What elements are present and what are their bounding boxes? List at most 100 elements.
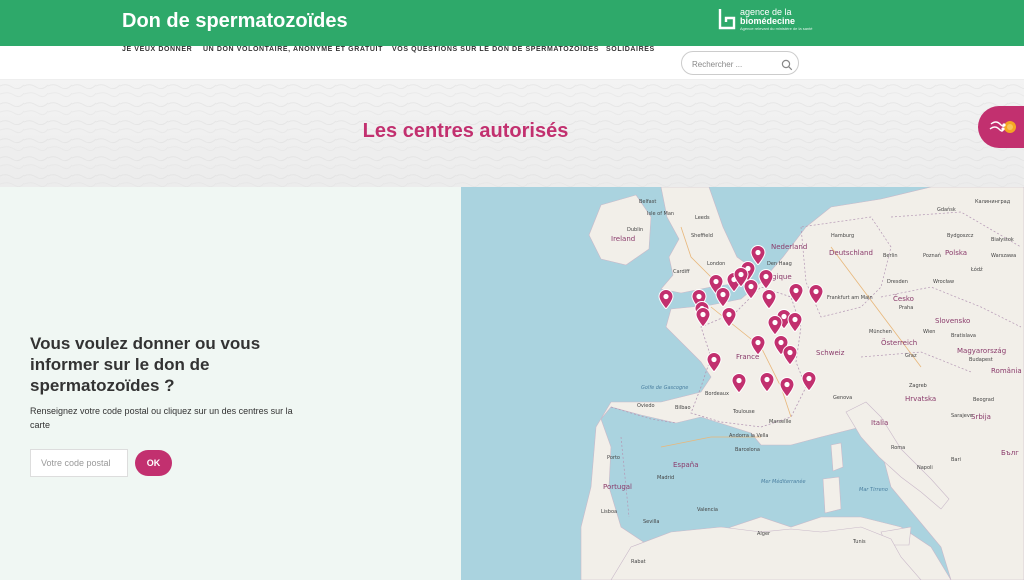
- map-label-dublin: Dublin: [627, 227, 644, 233]
- map-label-slovensko: Slovensko: [935, 317, 971, 325]
- map-label-bratislava: Bratislava: [951, 333, 976, 339]
- map-label-sheffield: Sheffield: [691, 233, 713, 239]
- map-label-romania: România: [991, 367, 1022, 375]
- map-label-genova: Genova: [833, 395, 853, 401]
- center-marker-icon[interactable]: [759, 372, 775, 392]
- site-title[interactable]: Don de spermatozoïdes: [122, 10, 348, 33]
- center-marker-icon[interactable]: [779, 377, 795, 397]
- map-label-napoli: Napoli: [917, 465, 933, 471]
- map-label-wien: Wien: [923, 329, 936, 335]
- map-label-osterreich: Österreich: [881, 339, 918, 347]
- center-marker-icon[interactable]: [733, 267, 749, 287]
- map-label-zagreb: Zagreb: [909, 383, 927, 389]
- center-marker-icon[interactable]: [782, 345, 798, 365]
- nav-item-je-veux-donner[interactable]: JE VEUX DONNER: [122, 46, 192, 53]
- map-label-praha: Praha: [899, 305, 914, 311]
- panel-heading: Vous voulez donner ou vous informer sur …: [30, 334, 261, 395]
- center-marker-icon[interactable]: [658, 289, 674, 309]
- map-label-belfast: Belfast: [639, 199, 657, 205]
- map-label-toulouse: Toulouse: [733, 409, 755, 415]
- nav-item-solidaires[interactable]: SOLIDAIRES: [606, 46, 655, 53]
- map-label-oviedo: Oviedo: [637, 403, 655, 409]
- floating-action-button[interactable]: [978, 106, 1024, 148]
- map-label-bordeaux: Bordeaux: [705, 391, 729, 397]
- map-label-dresden: Dresden: [887, 279, 908, 285]
- map-label-sevilla: Sevilla: [643, 519, 660, 525]
- nav-item-vos-questions[interactable]: VOS QUESTIONS SUR LE DON DE SPERMATOZOÏD…: [392, 46, 599, 53]
- agence-biomedecine-logo[interactable]: agence de la biomédecine Agence relevant…: [718, 8, 813, 38]
- center-marker-icon[interactable]: [758, 269, 774, 289]
- map-label-hrvatska: Hrvatska: [905, 395, 937, 403]
- center-marker-icon[interactable]: [787, 312, 803, 332]
- map-label-sarajevo: Sarajevo: [951, 413, 973, 419]
- map-label-schweiz: Schweiz: [816, 349, 845, 357]
- center-marker-icon[interactable]: [788, 283, 804, 303]
- postal-code-input[interactable]: [30, 449, 128, 477]
- center-marker-icon[interactable]: [695, 307, 711, 327]
- search-box: [681, 51, 799, 75]
- sperm-icon: [989, 121, 1016, 133]
- map-label-berlin: Berlin: [883, 253, 898, 259]
- centers-map[interactable]: Ireland Nederland Deutschland Polska Bel…: [461, 187, 1024, 580]
- search-input[interactable]: [692, 57, 772, 71]
- map-label-barcelona: Barcelona: [735, 447, 760, 453]
- map-label-budapest: Budapest: [969, 357, 993, 363]
- map-label-ireland: Ireland: [611, 235, 636, 243]
- map-label-portugal: Portugal: [603, 483, 632, 491]
- map-label-bialystok: Białystok: [991, 237, 1014, 243]
- map-label-munchen: München: [869, 329, 892, 335]
- main-nav: JE VEUX DONNER UN DON VOLONTAIRE, ANONYM…: [0, 46, 1024, 80]
- map-label-den-haag: Den Haag: [767, 261, 792, 267]
- center-marker-icon[interactable]: [721, 307, 737, 327]
- map-label-nederland: Nederland: [771, 243, 808, 251]
- map-label-gdansk: Gdańsk: [937, 207, 956, 213]
- center-marker-icon[interactable]: [750, 335, 766, 355]
- logo-tagline: Agence relevant du ministère de la santé: [740, 26, 813, 31]
- site-header: Don de spermatozoïdes agence de la biomé…: [0, 0, 1024, 46]
- map-label-isle-of-man: Isle of Man: [647, 211, 675, 217]
- map-label-magyarorszag: Magyarország: [957, 347, 1007, 355]
- panel-description: Renseignez votre code postal ou cliquez …: [30, 406, 293, 430]
- map-label-wroclaw: Wrocław: [933, 279, 955, 285]
- center-marker-icon[interactable]: [801, 371, 817, 391]
- map-label-valencia: Valencia: [697, 507, 718, 513]
- map-label-graz: Graz: [905, 353, 917, 359]
- map-label-rabat: Rabat: [631, 559, 646, 565]
- map-label-poznan: Poznań: [923, 253, 941, 259]
- map-label-bari: Bari: [951, 457, 961, 463]
- page-banner: Les centres autorisés: [0, 80, 1024, 187]
- map-label-andorra: Andorra la Vella: [729, 433, 769, 439]
- map-label-bulg: Бълг: [1001, 449, 1019, 457]
- map-label-cardiff: Cardiff: [673, 269, 690, 275]
- map-label-srbija: Srbija: [971, 413, 991, 421]
- map-label-alger: Alger: [757, 531, 771, 537]
- map-label-hamburg: Hamburg: [831, 233, 855, 239]
- search-panel: Vous voulez donner ou vous informer sur …: [0, 187, 461, 580]
- map-label-madrid: Madrid: [657, 475, 675, 481]
- map-label-deutschland: Deutschland: [829, 249, 873, 257]
- center-marker-icon[interactable]: [731, 373, 747, 393]
- map-label-tirreno: Mar Tirreno: [859, 487, 888, 493]
- map-label-golfe-gascogne: Golfe de Gascogne: [641, 385, 689, 391]
- center-marker-icon[interactable]: [767, 315, 783, 335]
- map-label-leeds: Leeds: [695, 215, 710, 221]
- map-label-tunis: Tunis: [853, 539, 866, 545]
- map-label-espana: España: [673, 461, 699, 469]
- nav-item-don-volontaire[interactable]: UN DON VOLONTAIRE, ANONYME ET GRATUIT: [203, 46, 383, 53]
- map-label-roma: Roma: [891, 445, 906, 451]
- map-label-porto: Porto: [607, 455, 620, 461]
- map-label-kaliningrad: Калининград: [975, 199, 1011, 205]
- page-title: Les centres autorisés: [362, 120, 569, 142]
- map-label-polska: Polska: [945, 249, 968, 257]
- center-marker-icon[interactable]: [706, 352, 722, 372]
- center-marker-icon[interactable]: [808, 284, 824, 304]
- search-icon[interactable]: [781, 58, 793, 71]
- map-label-warszawa: Warszawa: [991, 253, 1017, 259]
- map-label-bydgoszcz: Bydgoszcz: [947, 233, 974, 239]
- map-label-bilbao: Bilbao: [675, 405, 691, 411]
- center-marker-icon[interactable]: [715, 287, 731, 307]
- map-label-frankfurt: Frankfurt am Main: [827, 295, 873, 301]
- center-marker-icon[interactable]: [761, 289, 777, 309]
- ok-button[interactable]: OK: [135, 450, 172, 476]
- map-label-italia: Italia: [871, 419, 889, 427]
